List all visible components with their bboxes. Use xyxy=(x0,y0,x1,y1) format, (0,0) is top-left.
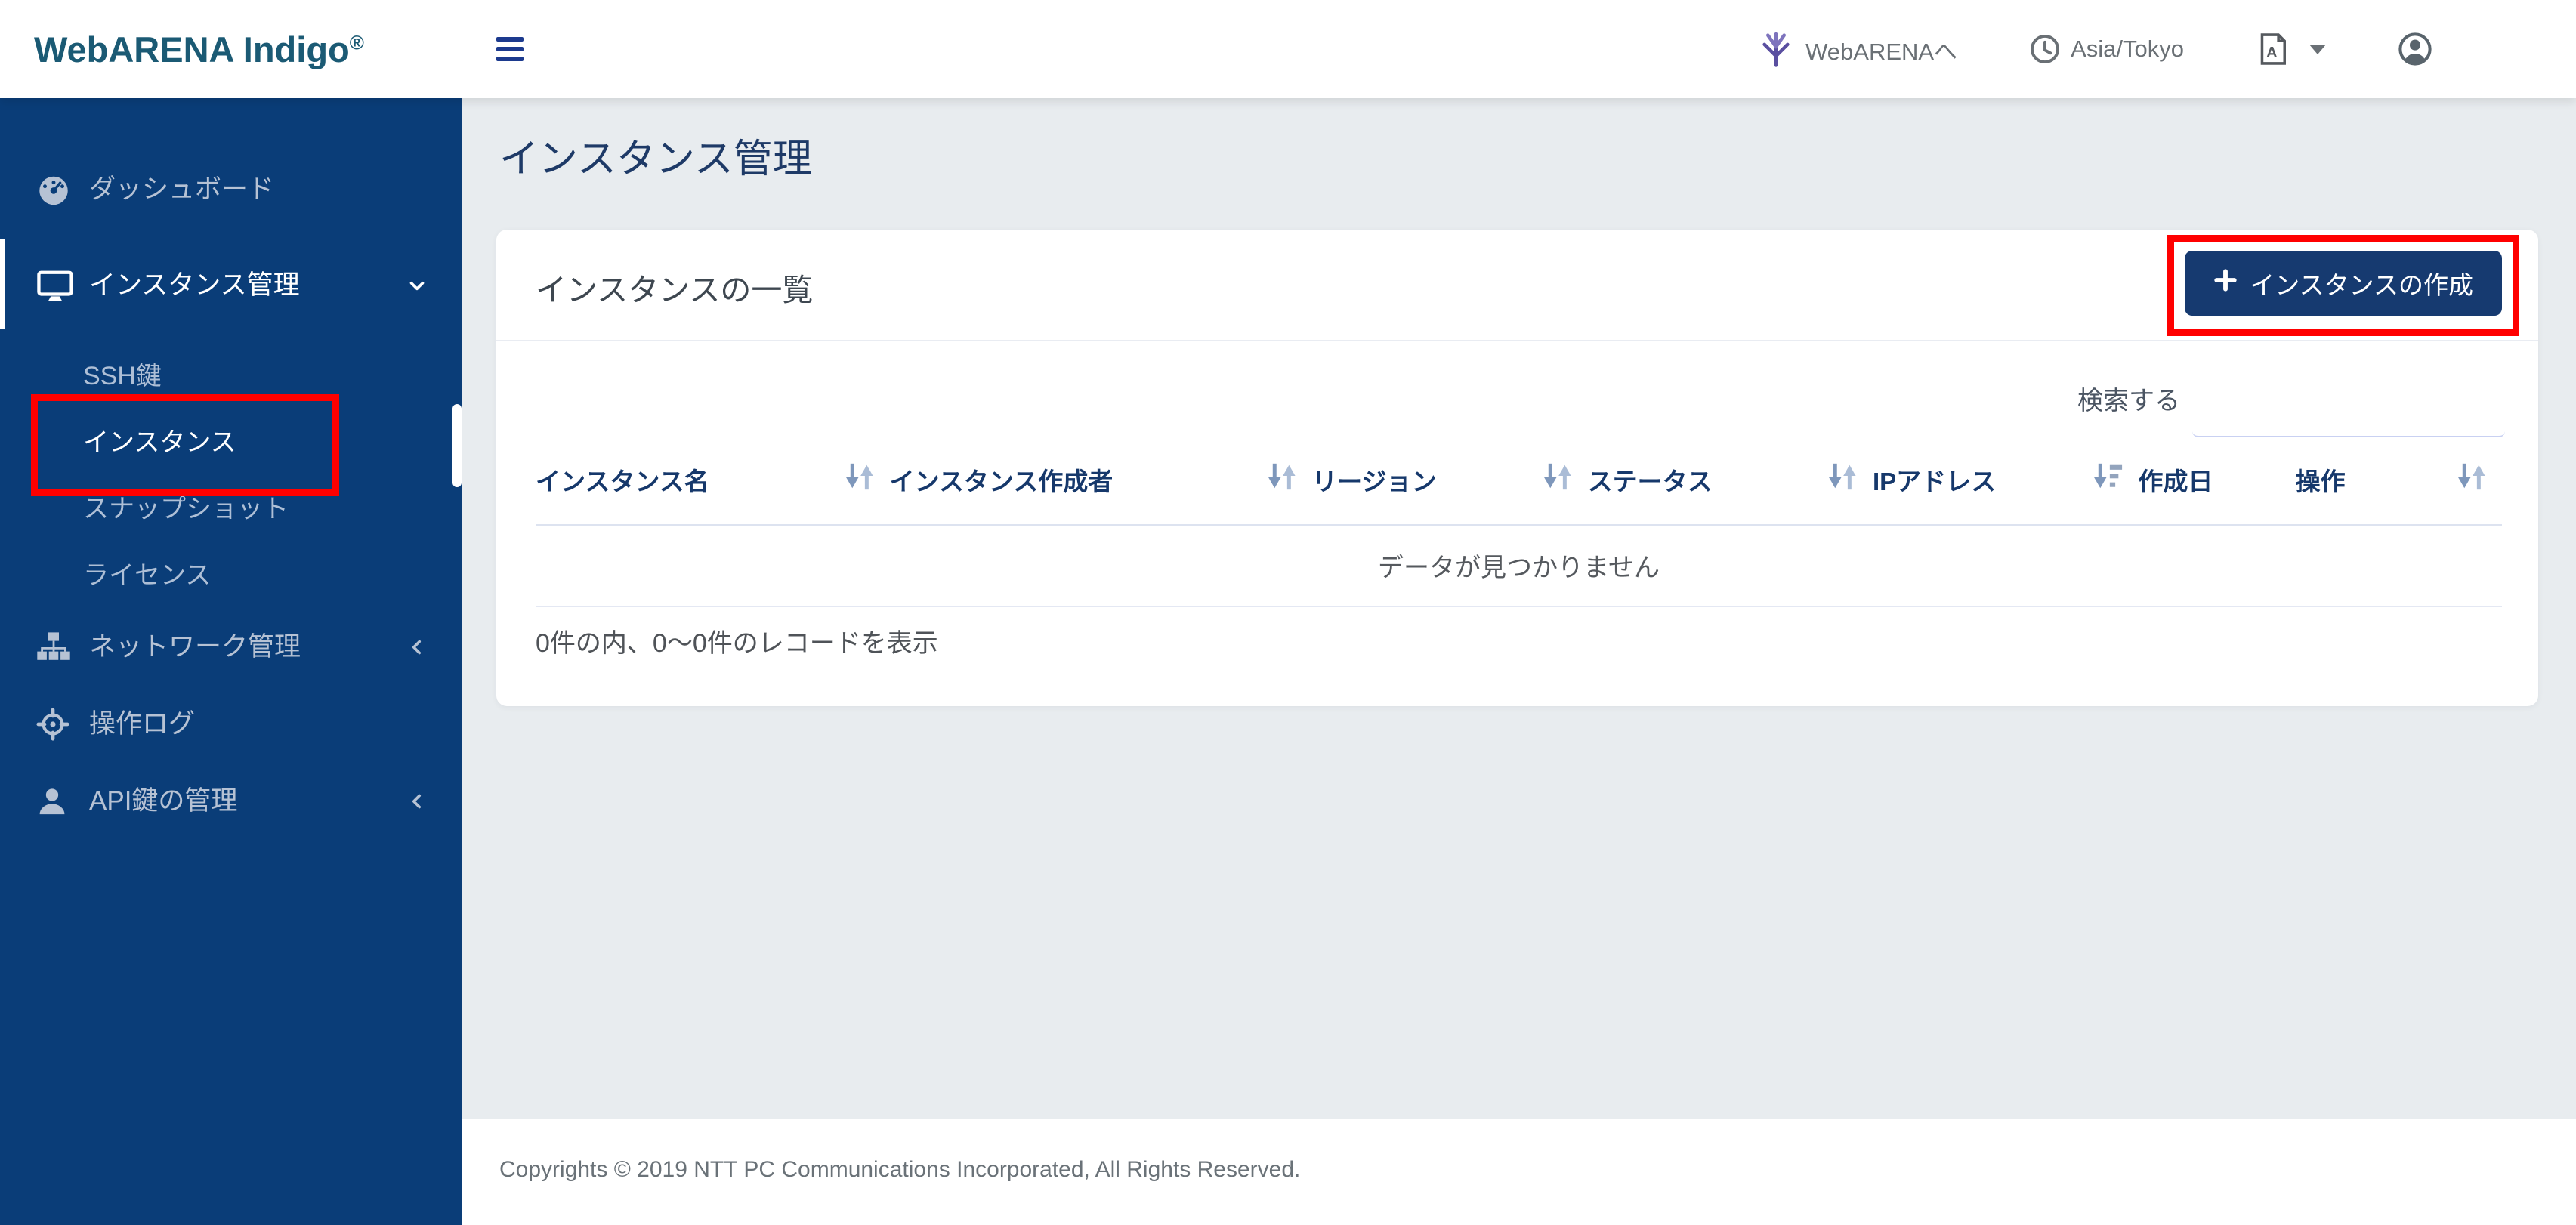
instance-table-wrap: インスタンス名 インスタンス作成者 リージョン ステータス IPアドレス 作成日 操作 デー… xyxy=(536,456,2502,607)
sidebar-subitem-snapshots[interactable]: スナップショット xyxy=(0,476,462,542)
create-instance-button[interactable]: インスタンスの作成 xyxy=(2185,251,2502,316)
instance-table: インスタンス名 インスタンス作成者 リージョン ステータス IPアドレス 作成日 操作 デー… xyxy=(536,456,2502,607)
table-header-row: インスタンス名 インスタンス作成者 リージョン ステータス IPアドレス 作成日 操作 xyxy=(536,456,2502,525)
sidebar-item-label: ネットワーク管理 xyxy=(89,629,301,665)
table-info-text: 0件の内、0〜0件のレコードを表示 xyxy=(536,622,938,659)
search-input[interactable] xyxy=(2192,377,2505,437)
column-header-region[interactable]: リージョン xyxy=(1312,456,1587,525)
clock-icon xyxy=(2029,33,2061,65)
user-menu[interactable] xyxy=(2398,32,2432,66)
column-header-instance-name[interactable]: インスタンス名 xyxy=(536,456,890,525)
footer: Copyrights © 2019 NTT PC Communications … xyxy=(462,1119,2576,1225)
table-empty-message: データが見つかりません xyxy=(536,525,2502,607)
registered-mark: ® xyxy=(350,31,364,54)
active-item-indicator xyxy=(0,239,5,329)
top-header: WebARENA Indigo® WebARENAへ Asia/Tokyo A xyxy=(0,0,2576,98)
sidebar-item-label: ダッシュボード xyxy=(89,171,274,208)
sidebar-subitem-ssh-keys[interactable]: SSH鍵 xyxy=(0,343,462,409)
webarena-icon xyxy=(1756,30,1796,68)
annotation-box-create-button: インスタンスの作成 xyxy=(2167,235,2519,336)
sort-icon xyxy=(2455,461,2488,498)
sitemap-icon xyxy=(36,630,74,665)
card-title: インスタンスの一覧 xyxy=(536,264,813,310)
sidebar-item-operation-log[interactable]: 操作ログ xyxy=(0,686,462,763)
sidebar-item-label: インスタンス管理 xyxy=(89,267,300,304)
sort-icon xyxy=(1265,461,1299,498)
webarena-link[interactable]: WebARENAへ xyxy=(1756,30,1957,68)
sidebar-item-label: 操作ログ xyxy=(89,706,195,742)
sidebar-subitem-licenses[interactable]: ライセンス xyxy=(0,542,462,609)
column-label: リージョン xyxy=(1312,461,1436,498)
page-title: インスタンス管理 xyxy=(499,127,2576,184)
user-icon xyxy=(36,784,74,819)
search-area: 検索する xyxy=(2077,377,2505,437)
desktop-icon xyxy=(36,268,74,303)
translate-icon: A xyxy=(2256,32,2289,66)
column-header-instance-creator[interactable]: インスタンス作成者 xyxy=(890,456,1313,525)
card-divider xyxy=(496,340,2538,341)
create-instance-button-label: インスタンスの作成 xyxy=(2250,265,2473,301)
sidebar-subitem-instances[interactable]: インスタンス xyxy=(0,409,462,476)
sidebar-scrollbar-thumb[interactable] xyxy=(452,404,462,487)
sidebar-submenu: SSH鍵インスタンススナップショットライセンス xyxy=(0,343,462,609)
copyright-text: Copyrights © 2019 NTT PC Communications … xyxy=(499,1157,1300,1182)
webarena-link-label: WebARENAへ xyxy=(1805,32,1957,66)
sidebar-item-label: API鍵の管理 xyxy=(89,783,237,819)
sidebar-item-instance-management[interactable]: インスタンス管理 xyxy=(0,228,462,343)
header-right-nav: WebARENAへ Asia/Tokyo A xyxy=(1685,30,2576,68)
column-header-status[interactable]: ステータス xyxy=(1588,456,1873,525)
search-label: 検索する xyxy=(2077,380,2180,417)
timezone-label: Asia/Tokyo xyxy=(2071,35,2184,63)
sort-icon xyxy=(1541,461,1574,498)
logo-wrap: WebARENA Indigo® xyxy=(0,29,462,70)
column-label: 操作 xyxy=(2296,461,2346,498)
column-header-ip-address[interactable]: IPアドレス xyxy=(1873,456,2138,525)
chevron-left-icon xyxy=(406,790,428,813)
language-dropdown[interactable]: A xyxy=(2256,32,2326,66)
sidebar-item-dashboard[interactable]: ダッシュボード xyxy=(0,151,462,228)
column-label: ステータス xyxy=(1588,461,1713,498)
caret-down-icon xyxy=(2309,45,2326,54)
svg-text:A: A xyxy=(2266,45,2278,61)
sort-icon xyxy=(843,461,876,498)
column-label: インスタンス名 xyxy=(536,461,709,498)
column-label: インスタンス作成者 xyxy=(890,461,1113,498)
column-label: 作成日 xyxy=(2138,461,2213,498)
timezone-selector[interactable]: Asia/Tokyo xyxy=(2029,33,2184,65)
sort-desc-icon xyxy=(2091,461,2124,498)
column-header-created-date[interactable]: 作成日 xyxy=(2138,456,2295,525)
column-header-actions[interactable]: 操作 xyxy=(2296,456,2502,525)
crosshairs-icon xyxy=(36,707,74,742)
instance-list-card: インスタンスの一覧 インスタンスの作成 検索する インスタンス名 インスタンス作成… xyxy=(496,230,2538,706)
hamburger-menu-icon[interactable] xyxy=(496,29,542,69)
plus-icon xyxy=(2213,268,2238,298)
main-content: インスタンス管理 インスタンスの一覧 インスタンスの作成 検索する インスタンス… xyxy=(462,98,2576,1119)
brand-logo[interactable]: WebARENA Indigo® xyxy=(34,29,364,69)
chevron-left-icon xyxy=(406,636,428,659)
sidebar-item-network-management[interactable]: ネットワーク管理 xyxy=(0,609,462,686)
sidebar-item-api-keys[interactable]: API鍵の管理 xyxy=(0,763,462,840)
table-empty-row: データが見つかりません xyxy=(536,525,2502,607)
gauge-icon xyxy=(36,172,74,207)
column-label: IPアドレス xyxy=(1873,461,1996,498)
avatar-icon xyxy=(2398,32,2432,66)
chevron-down-icon xyxy=(406,274,428,297)
sidebar: ダッシュボードインスタンス管理 SSH鍵インスタンススナップショットライセンスネッ… xyxy=(0,98,462,1225)
sort-icon xyxy=(1826,461,1859,498)
sidebar-nav: ダッシュボードインスタンス管理 SSH鍵インスタンススナップショットライセンスネッ… xyxy=(0,98,462,840)
